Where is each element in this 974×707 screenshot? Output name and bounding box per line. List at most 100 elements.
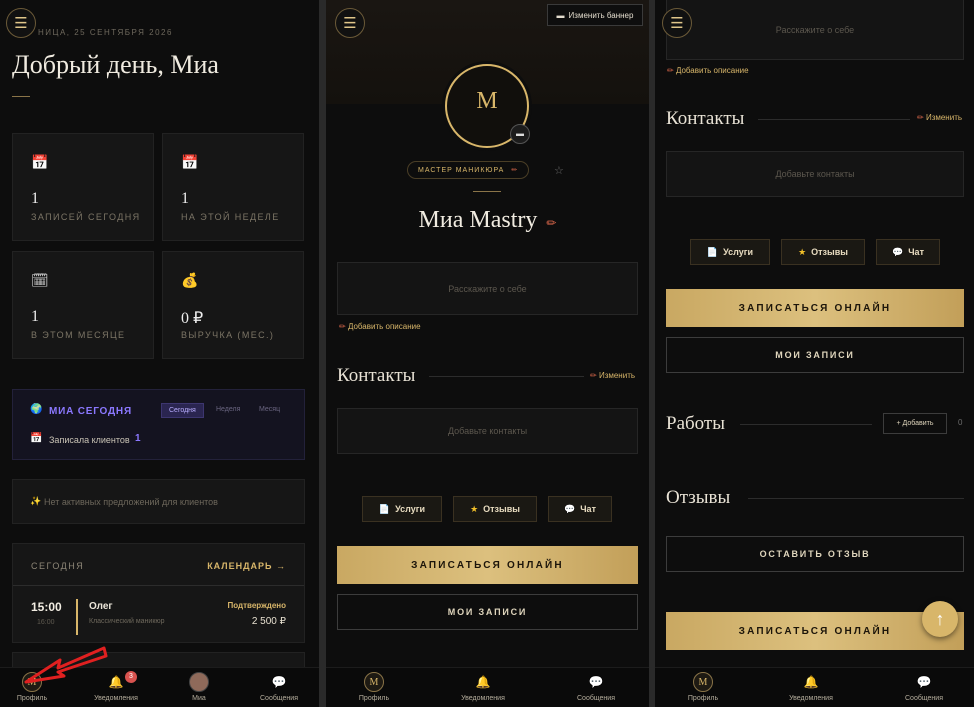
pencil-icon[interactable]: ✏: [546, 216, 556, 230]
avatar-letter: M: [476, 88, 498, 114]
pencil-icon: ✏: [339, 322, 346, 331]
contacts-title: Контакты: [337, 365, 416, 386]
book-online-button[interactable]: ЗАПИСАТЬСЯ ОНЛАЙН: [666, 289, 964, 327]
appointment-service: Классический маникюр: [89, 618, 165, 625]
stat-card: 💰 0 ₽ выручка (мес.): [162, 251, 304, 359]
scroll-top-button[interactable]: ↑: [922, 601, 958, 637]
stat-value: 0 ₽: [181, 310, 204, 327]
nav-label: Сообщения: [905, 695, 943, 702]
divider: [740, 424, 872, 425]
status-badge: Подтверждено: [227, 601, 287, 610]
divider: [12, 96, 30, 97]
chat-button[interactable]: 💬 Чат: [548, 496, 612, 522]
nav-messages[interactable]: 💬 Сообщения: [889, 672, 959, 702]
chat-label: Чат: [908, 247, 924, 257]
appointment-client[interactable]: Олег: [89, 601, 113, 612]
works-count: 0: [958, 418, 963, 427]
add-description-label: Добавить описание: [347, 322, 421, 331]
book-online-button-bottom[interactable]: ЗАПИСАТЬСЯ ОНЛАЙН: [666, 612, 964, 650]
add-description-link[interactable]: ✏ Добавить описание: [667, 66, 749, 75]
nav-mia[interactable]: Миа: [164, 672, 234, 702]
services-button[interactable]: 📄 Услуги: [362, 496, 442, 522]
nav-messages[interactable]: 💬 Сообщения: [561, 672, 631, 702]
date-label: ница, 25 сентября 2026: [38, 28, 173, 37]
today-card-title: МИА СЕГОДНЯ: [49, 406, 132, 417]
pencil-icon: ✏: [511, 167, 519, 174]
pencil-icon: ✏: [667, 66, 674, 75]
add-work-button[interactable]: + Добавить: [883, 413, 947, 434]
leave-review-button[interactable]: ОСТАВИТЬ ОТЗЫВ: [666, 536, 964, 572]
divider: [758, 119, 910, 120]
contacts-edit-link[interactable]: ✏ Изменить: [917, 113, 962, 122]
today-card: 🌍 МИА СЕГОДНЯ Сегодня Неделя Месяц 📅 Зап…: [12, 389, 305, 460]
sparkle-icon: ✨: [30, 496, 42, 506]
star-icon[interactable]: ☆: [554, 164, 564, 177]
reviews-label: Отзывы: [483, 504, 520, 514]
contacts-edit-label: Изменить: [925, 113, 963, 122]
bottom-nav: M Профиль 🔔 Уведомления 💬 Сообщения: [326, 667, 649, 707]
avatar[interactable]: M ▬: [445, 64, 530, 148]
appointment-bar: [76, 599, 78, 635]
contacts-field[interactable]: Добавьте контакты: [666, 151, 964, 197]
nav-profile[interactable]: M Профиль: [668, 672, 738, 702]
reviews-button[interactable]: ★ Отзывы: [453, 496, 537, 522]
chat-icon: 💬: [271, 675, 287, 689]
contacts-placeholder: Добавьте контакты: [447, 426, 528, 436]
reviews-label: Отзывы: [811, 247, 848, 257]
calendar-link[interactable]: КАЛЕНДАРЬ →: [207, 561, 286, 571]
menu-button[interactable]: ☰: [335, 8, 365, 38]
nav-notifications[interactable]: 🔔 Уведомления: [776, 672, 846, 702]
reviews-button[interactable]: ★ Отзывы: [781, 239, 865, 265]
calendar-icon: 📅: [31, 154, 49, 170]
change-banner-button[interactable]: ▬ Изменить баннер: [547, 4, 643, 26]
tab-month[interactable]: Месяц: [259, 406, 280, 413]
money-bag-icon: 💰: [181, 272, 199, 288]
offers-card: ✨ Нет активных предложений для клиентов: [12, 479, 305, 524]
tab-today[interactable]: Сегодня: [161, 403, 204, 418]
menu-button[interactable]: ☰: [662, 8, 692, 38]
bell-icon: 🔔: [475, 675, 491, 689]
nav-profile[interactable]: M Профиль: [339, 672, 409, 702]
camera-icon[interactable]: ▬: [510, 124, 530, 144]
bottom-nav: M Профиль 🔔 Уведомления 💬 Сообщения: [655, 667, 974, 707]
tab-week[interactable]: Неделя: [216, 406, 240, 413]
about-field[interactable]: Расскажите о себе: [337, 262, 638, 315]
my-bookings-button[interactable]: МОИ ЗАПИСИ: [666, 337, 964, 373]
services-button[interactable]: 📄 Услуги: [690, 239, 770, 265]
profile-avatar-icon: M: [364, 672, 384, 692]
stat-value: 1: [181, 190, 189, 207]
book-online-button[interactable]: ЗАПИСАТЬСЯ ОНЛАЙН: [337, 546, 638, 584]
my-bookings-button[interactable]: МОИ ЗАПИСИ: [337, 594, 638, 630]
about-field[interactable]: Расскажите о себе: [666, 0, 964, 60]
card-icon: ▬: [556, 10, 565, 20]
stat-card: 🗓 1 в этом месяце: [12, 251, 154, 359]
appointment-end: 16:00: [37, 619, 55, 626]
chat-button[interactable]: 💬 Чат: [876, 239, 940, 265]
divider: [429, 376, 584, 377]
change-banner-label: Изменить баннер: [568, 10, 634, 20]
doc-icon: 📄: [378, 503, 391, 514]
about-placeholder: Расскажите о себе: [775, 24, 855, 35]
globe-icon: 🌍: [30, 404, 43, 415]
menu-button[interactable]: ☰: [6, 8, 36, 38]
nav-label: Миа: [192, 695, 206, 702]
nav-notifications[interactable]: 🔔 Уведомления: [448, 672, 518, 702]
name-text: Миа Mastry: [418, 207, 538, 233]
contacts-edit-link[interactable]: ✏ Изменить: [590, 371, 635, 380]
nav-label: Сообщения: [577, 695, 615, 702]
calendar-one-icon: 🗓: [31, 272, 49, 288]
services-label: Услуги: [395, 504, 426, 514]
add-description-link[interactable]: ✏ Добавить описание: [339, 322, 421, 331]
nav-label: Сообщения: [260, 695, 298, 702]
stat-card: 📅 1 записей сегодня: [12, 133, 154, 241]
contacts-field[interactable]: Добавьте контакты: [337, 408, 638, 454]
appointment-time: 15:00: [31, 600, 62, 614]
role-badge[interactable]: МАСТЕР МАНИКЮРА ✏: [407, 161, 530, 179]
nav-label: Профиль: [358, 695, 390, 702]
nav-label: Уведомления: [461, 695, 505, 702]
nav-messages[interactable]: 💬 Сообщения: [244, 672, 314, 702]
star-icon: ★: [798, 246, 807, 257]
contacts-edit-label: Изменить: [598, 371, 636, 380]
appointment-price: 2 500 ₽: [251, 616, 286, 627]
calendar-icon: 📅: [30, 433, 43, 444]
